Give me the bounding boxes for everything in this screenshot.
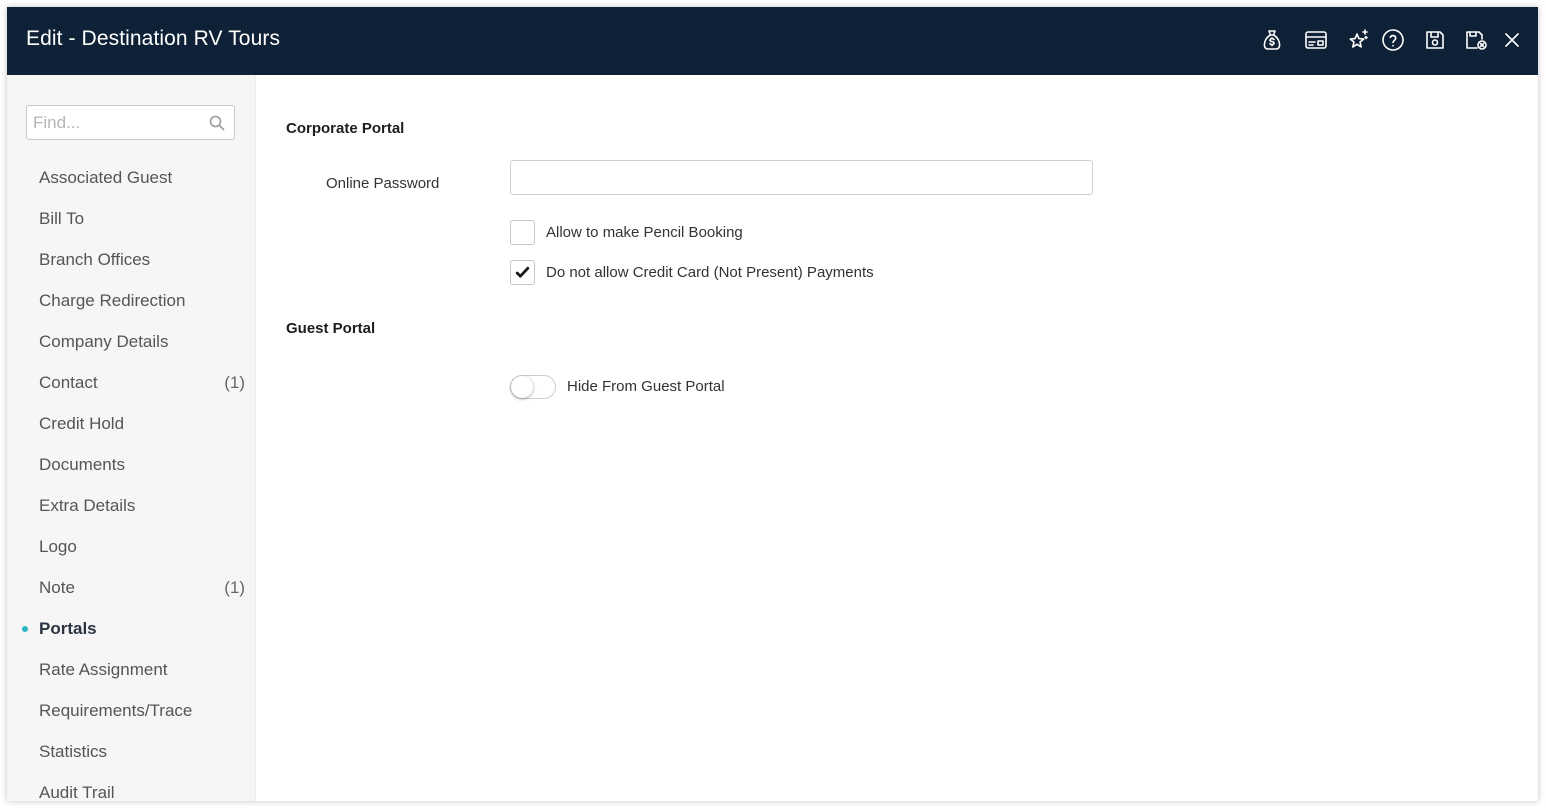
sidebar-item-audit-trail[interactable]: Audit Trail <box>7 772 256 801</box>
sidebar-item-bill-to[interactable]: Bill To <box>7 198 256 239</box>
sidebar-item-rate-assignment[interactable]: Rate Assignment <box>7 649 256 690</box>
sidebar-item-label: Requirements/Trace <box>39 701 193 720</box>
sidebar-item-credit-hold[interactable]: Credit Hold <box>7 403 256 444</box>
sidebar-item-label: Bill To <box>39 209 85 228</box>
pencil-booking-label: Allow to make Pencil Booking <box>546 224 743 241</box>
online-password-input[interactable] <box>510 160 1093 195</box>
help-icon[interactable] <box>1380 27 1406 53</box>
sidebar-item-requirements-trace[interactable]: Requirements/Trace <box>7 690 256 731</box>
hide-from-guest-portal-option[interactable]: Hide From Guest Portal <box>510 374 725 399</box>
sidebar-item-note[interactable]: Note (1) <box>7 567 256 608</box>
id-card-icon[interactable] <box>1303 27 1329 53</box>
no-cnp-payments-label: Do not allow Credit Card (Not Present) P… <box>546 264 874 281</box>
sidebar-item-branch-offices[interactable]: Branch Offices <box>7 239 256 280</box>
main-content: Corporate Portal Online Password Allow t… <box>257 75 1538 801</box>
edit-window: Edit - Destination RV Tours Find... Asso… <box>7 7 1538 801</box>
sidebar-item-charge-redirection[interactable]: Charge Redirection <box>7 280 256 321</box>
title-bar: Edit - Destination RV Tours <box>7 7 1538 75</box>
no-cnp-payments-option[interactable]: Do not allow Credit Card (Not Present) P… <box>510 260 874 285</box>
sidebar-item-label: Charge Redirection <box>39 291 186 310</box>
find-input[interactable] <box>27 106 205 139</box>
sidebar-item-logo[interactable]: Logo <box>7 526 256 567</box>
save-close-icon[interactable] <box>1463 27 1489 53</box>
sidebar-item-label: Extra Details <box>39 496 136 515</box>
sidebar-item-label: Note <box>39 578 75 597</box>
sidebar-item-label: Credit Hold <box>39 414 125 433</box>
sidebar-item-label: Portals <box>39 619 97 638</box>
sidebar-item-company-details[interactable]: Company Details <box>7 321 256 362</box>
sidebar-item-label: Rate Assignment <box>39 660 168 679</box>
sidebar-item-associated-guest[interactable]: Associated Guest <box>7 157 256 198</box>
sidebar-item-contact[interactable]: Contact (1) <box>7 362 256 403</box>
sidebar-item-documents[interactable]: Documents <box>7 444 256 485</box>
sparkle-star-icon[interactable] <box>1345 27 1371 53</box>
money-bag-icon[interactable] <box>1259 27 1285 53</box>
sidebar: Associated Guest Bill To Branch Offices … <box>7 75 256 801</box>
sidebar-item-label: Documents <box>39 455 125 474</box>
no-cnp-payments-checkbox[interactable] <box>510 260 535 285</box>
sidebar-item-label: Statistics <box>39 742 108 761</box>
sidebar-item-count: (1) <box>224 373 245 392</box>
corporate-portal-heading: Corporate Portal <box>286 120 405 137</box>
pencil-booking-checkbox[interactable] <box>510 220 535 245</box>
hide-from-guest-portal-toggle[interactable] <box>510 374 556 399</box>
toggle-knob <box>511 375 533 398</box>
sidebar-item-label: Company Details <box>39 332 169 351</box>
find-box <box>26 105 235 140</box>
sidebar-nav: Associated Guest Bill To Branch Offices … <box>7 157 256 801</box>
guest-portal-heading: Guest Portal <box>286 320 376 337</box>
sidebar-item-label: Contact <box>39 373 98 392</box>
sidebar-item-extra-details[interactable]: Extra Details <box>7 485 256 526</box>
sidebar-item-label: Audit Trail <box>39 783 115 801</box>
online-password-label: Online Password <box>326 175 440 192</box>
sidebar-item-portals[interactable]: Portals <box>7 608 256 649</box>
sidebar-item-label: Associated Guest <box>39 168 173 187</box>
checkmark-icon <box>515 266 530 278</box>
active-indicator-dot <box>22 626 28 632</box>
pencil-booking-option[interactable]: Allow to make Pencil Booking <box>510 220 743 245</box>
sidebar-item-statistics[interactable]: Statistics <box>7 731 256 772</box>
save-icon[interactable] <box>1422 27 1448 53</box>
search-icon[interactable] <box>209 115 225 131</box>
hide-from-guest-portal-label: Hide From Guest Portal <box>567 378 725 395</box>
sidebar-item-count: (1) <box>224 578 245 597</box>
close-icon[interactable] <box>1499 27 1525 53</box>
window-title: Edit - Destination RV Tours <box>26 27 281 50</box>
sidebar-item-label: Logo <box>39 537 77 556</box>
sidebar-item-label: Branch Offices <box>39 250 151 269</box>
